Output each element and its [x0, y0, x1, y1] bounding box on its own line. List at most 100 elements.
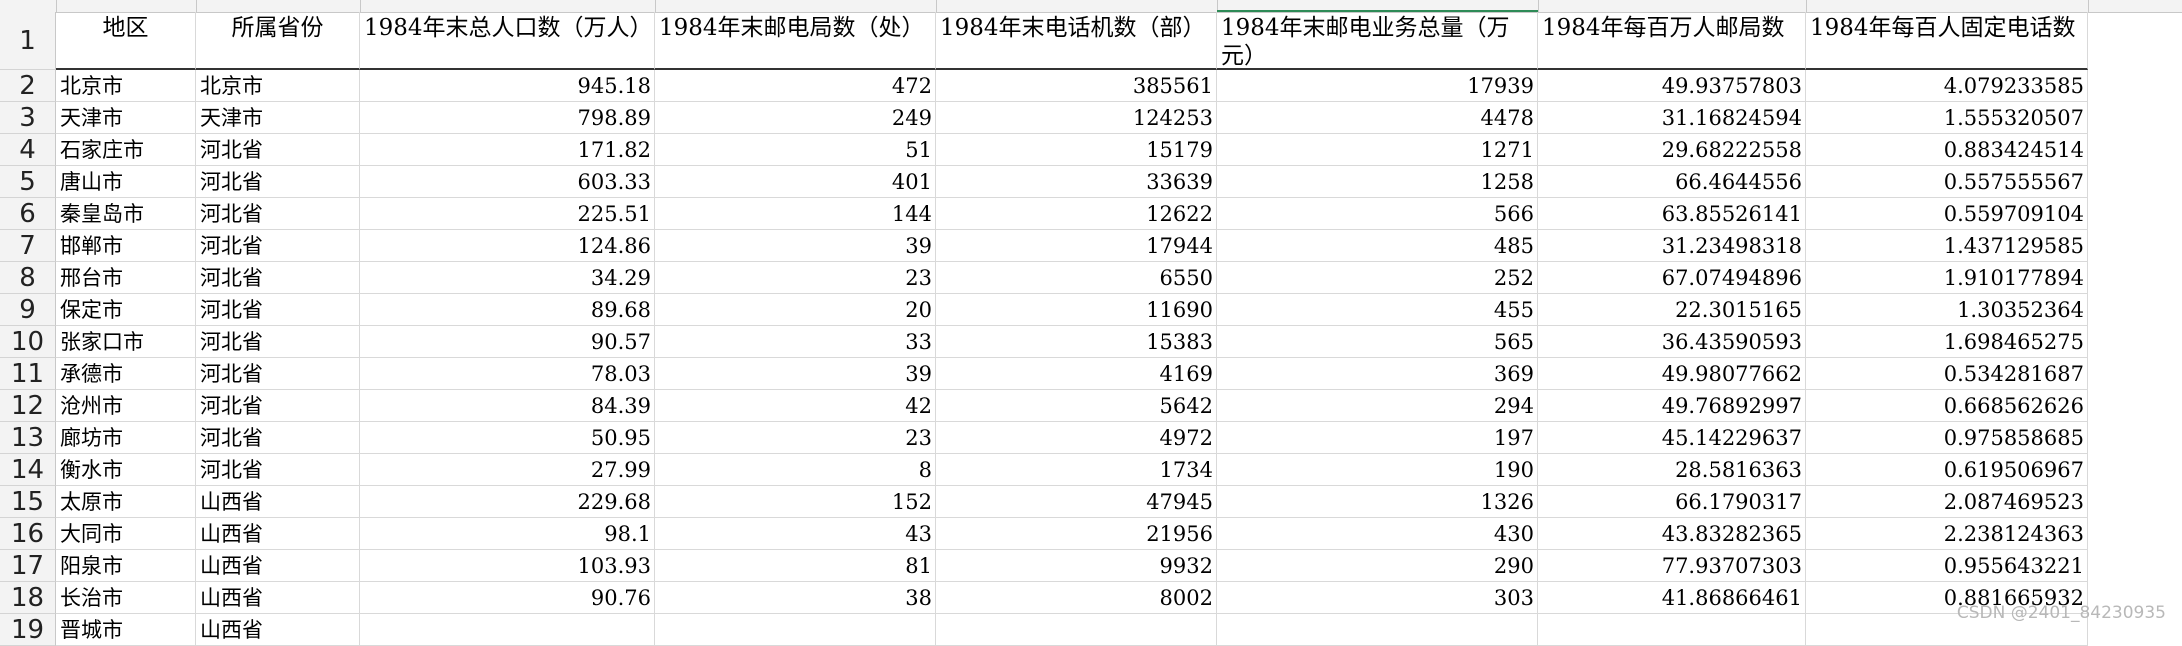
table-cell[interactable]: 6550 — [936, 262, 1217, 294]
table-cell[interactable]: 124253 — [936, 102, 1217, 134]
table-cell[interactable]: 21956 — [936, 518, 1217, 550]
table-cell[interactable]: 山西省 — [196, 582, 360, 614]
table-cell[interactable]: 229.68 — [360, 486, 655, 518]
table-cell[interactable]: 天津市 — [56, 102, 196, 134]
column-header-separator[interactable] — [1538, 0, 1539, 12]
table-cell[interactable]: 49.98077662 — [1538, 358, 1806, 390]
column-header-cell[interactable]: 1984年末邮电业务总量（万元） — [1217, 12, 1538, 70]
table-cell[interactable]: 17944 — [936, 230, 1217, 262]
table-cell[interactable]: 369 — [1217, 358, 1538, 390]
table-cell[interactable]: 1.698465275 — [1806, 326, 2088, 358]
table-cell[interactable]: 晋城市 — [56, 614, 196, 646]
table-cell[interactable]: 1.437129585 — [1806, 230, 2088, 262]
table-cell[interactable]: 28.5816363 — [1538, 454, 1806, 486]
row-number[interactable]: 15 — [0, 486, 56, 518]
table-cell[interactable]: 河北省 — [196, 166, 360, 198]
table-cell[interactable]: 4169 — [936, 358, 1217, 390]
table-cell[interactable]: 0.534281687 — [1806, 358, 2088, 390]
table-cell[interactable]: 42 — [655, 390, 936, 422]
table-cell[interactable]: 144 — [655, 198, 936, 230]
table-cell[interactable]: 31.23498318 — [1538, 230, 1806, 262]
column-header-separator[interactable] — [2088, 0, 2089, 12]
table-cell[interactable]: 89.68 — [360, 294, 655, 326]
column-header-cell[interactable]: 1984年每百人固定电话数 — [1806, 12, 2088, 70]
table-cell[interactable]: 152 — [655, 486, 936, 518]
table-cell[interactable]: 河北省 — [196, 198, 360, 230]
table-cell[interactable]: 北京市 — [56, 70, 196, 102]
table-cell[interactable]: 798.89 — [360, 102, 655, 134]
table-cell[interactable]: 33639 — [936, 166, 1217, 198]
table-cell[interactable]: 9932 — [936, 550, 1217, 582]
table-cell[interactable]: 39 — [655, 358, 936, 390]
column-header-cell[interactable]: 1984年末总人口数（万人） — [360, 12, 655, 70]
row-number[interactable]: 10 — [0, 326, 56, 358]
table-cell[interactable]: 0.619506967 — [1806, 454, 2088, 486]
table-cell[interactable]: 67.07494896 — [1538, 262, 1806, 294]
table-cell[interactable]: 0.559709104 — [1806, 198, 2088, 230]
table-cell[interactable]: 565 — [1217, 326, 1538, 358]
table-cell[interactable]: 8002 — [936, 582, 1217, 614]
table-cell[interactable]: 1.910177894 — [1806, 262, 2088, 294]
table-cell[interactable]: 河北省 — [196, 358, 360, 390]
row-number[interactable]: 14 — [0, 454, 56, 486]
column-header-separator[interactable] — [360, 0, 361, 12]
row-number[interactable]: 5 — [0, 166, 56, 198]
table-cell[interactable]: 4972 — [936, 422, 1217, 454]
table-cell[interactable]: 11690 — [936, 294, 1217, 326]
table-cell[interactable]: 197 — [1217, 422, 1538, 454]
table-cell[interactable]: 8 — [655, 454, 936, 486]
table-cell[interactable]: 103.93 — [360, 550, 655, 582]
table-cell[interactable]: 49.76892997 — [1538, 390, 1806, 422]
table-cell[interactable]: 303 — [1217, 582, 1538, 614]
table-cell[interactable]: 43 — [655, 518, 936, 550]
table-cell[interactable]: 河北省 — [196, 262, 360, 294]
table-cell[interactable]: 23 — [655, 422, 936, 454]
table-cell[interactable]: 承德市 — [56, 358, 196, 390]
table-cell[interactable]: 1326 — [1217, 486, 1538, 518]
table-cell[interactable]: 171.82 — [360, 134, 655, 166]
column-header-separator[interactable] — [936, 0, 937, 12]
table-cell[interactable]: 50.95 — [360, 422, 655, 454]
table-cell[interactable]: 长治市 — [56, 582, 196, 614]
column-header-separator[interactable] — [655, 0, 656, 12]
spreadsheet[interactable]: 1 地区 所属省份 1984年末总人口数（万人） 1984年末邮电局数（处） 1984年末… — [0, 0, 2182, 646]
table-cell[interactable]: 保定市 — [56, 294, 196, 326]
column-header-cell[interactable]: 1984年末电话机数（部） — [936, 12, 1217, 70]
table-cell[interactable]: 唐山市 — [56, 166, 196, 198]
table-cell[interactable]: 401 — [655, 166, 936, 198]
table-cell[interactable]: 81 — [655, 550, 936, 582]
table-cell[interactable] — [1217, 614, 1538, 646]
table-cell[interactable]: 山西省 — [196, 614, 360, 646]
table-cell[interactable]: 66.1790317 — [1538, 486, 1806, 518]
table-cell[interactable]: 485 — [1217, 230, 1538, 262]
table-cell[interactable]: 0.668562626 — [1806, 390, 2088, 422]
table-cell[interactable]: 山西省 — [196, 518, 360, 550]
row-number[interactable]: 11 — [0, 358, 56, 390]
table-cell[interactable]: 阳泉市 — [56, 550, 196, 582]
row-number[interactable]: 13 — [0, 422, 56, 454]
table-cell[interactable]: 38 — [655, 582, 936, 614]
column-header-cell[interactable]: 地区 — [56, 12, 196, 70]
table-cell[interactable]: 衡水市 — [56, 454, 196, 486]
row-number[interactable]: 2 — [0, 70, 56, 102]
table-cell[interactable]: 北京市 — [196, 70, 360, 102]
table-cell[interactable]: 45.14229637 — [1538, 422, 1806, 454]
table-cell[interactable]: 邯郸市 — [56, 230, 196, 262]
table-cell[interactable]: 河北省 — [196, 294, 360, 326]
table-cell[interactable]: 290 — [1217, 550, 1538, 582]
table-cell[interactable]: 29.68222558 — [1538, 134, 1806, 166]
table-cell[interactable]: 廊坊市 — [56, 422, 196, 454]
table-cell[interactable]: 4.079233585 — [1806, 70, 2088, 102]
table-cell[interactable]: 66.4644556 — [1538, 166, 1806, 198]
table-cell[interactable] — [655, 614, 936, 646]
row-number[interactable]: 12 — [0, 390, 56, 422]
table-cell[interactable]: 455 — [1217, 294, 1538, 326]
row-number[interactable]: 18 — [0, 582, 56, 614]
table-cell[interactable]: 98.1 — [360, 518, 655, 550]
table-cell[interactable]: 沧州市 — [56, 390, 196, 422]
table-cell[interactable]: 2.087469523 — [1806, 486, 2088, 518]
row-number[interactable]: 17 — [0, 550, 56, 582]
table-cell[interactable]: 22.3015165 — [1538, 294, 1806, 326]
table-cell[interactable]: 27.99 — [360, 454, 655, 486]
row-number[interactable]: 4 — [0, 134, 56, 166]
